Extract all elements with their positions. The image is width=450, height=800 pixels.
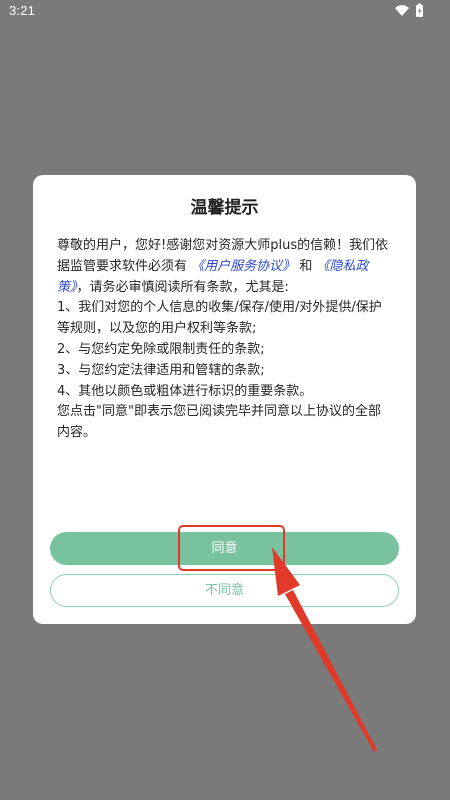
status-bar: 3:21	[0, 0, 450, 22]
user-agreement-link[interactable]: 《用户服务协议》	[191, 259, 295, 274]
list-item: 1、我们对您的个人信息的收集/保存/使用/对外提供/保护等规则，以及您的用户权利…	[57, 300, 382, 337]
list-item: 3、与您约定法律适用和管辖的条款;	[57, 362, 265, 378]
dialog-body: 尊敬的用户，您好!感谢您对资源大师plus的信赖！我们依据监管要求软件必须有 《…	[57, 236, 393, 444]
disagree-button[interactable]: 不同意	[50, 574, 399, 607]
privacy-dialog: 温馨提示 尊敬的用户，您好!感谢您对资源大师plus的信赖！我们依据监管要求软件…	[33, 175, 416, 624]
status-icons	[394, 3, 430, 19]
agree-button[interactable]: 同意	[50, 532, 399, 565]
wifi-icon	[395, 5, 409, 16]
closing-text: 您点击"同意"即表示您已阅读完毕并同意以上协议的全部内容。	[57, 404, 381, 441]
battery-icon	[416, 3, 423, 17]
intro-tail-text: ，请务必审慎阅读所有条款，尤其是:	[76, 279, 289, 295]
dialog-title: 温馨提示	[190, 198, 259, 218]
status-icons-svg	[395, 3, 423, 17]
status-time: 3:21	[9, 3, 36, 18]
list-item: 2、与您约定免除或限制责任的条款;	[57, 341, 265, 357]
intro-paragraph: 尊敬的用户，您好!感谢您对资源大师plus的信赖！我们依据监管要求软件必须有 《…	[57, 236, 393, 298]
list-item: 4、其他以颜色或粗体进行标识的重要条款。	[57, 383, 313, 399]
and-text: 和	[299, 258, 313, 274]
